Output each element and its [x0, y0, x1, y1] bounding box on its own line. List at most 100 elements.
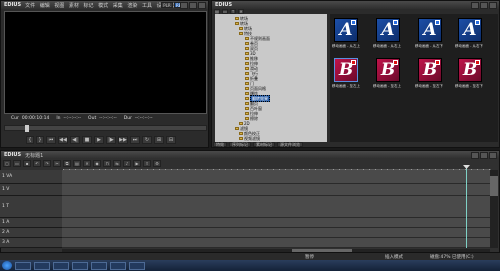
folder-icon	[245, 42, 249, 45]
menu-marker[interactable]: 标记	[84, 3, 94, 9]
step-forward-button[interactable]: |▶	[106, 136, 116, 144]
track-area: 1 VA 1 V 1 T 1 A 2 A 3 A	[0, 165, 500, 258]
track-header[interactable]: 1 VA	[0, 170, 62, 184]
tree-item[interactable]: 视频滤镜	[239, 136, 260, 141]
taskbar-app-icon[interactable]	[72, 261, 88, 270]
close-button[interactable]	[198, 2, 206, 9]
save-icon[interactable]: ▪	[23, 160, 31, 167]
undo-icon[interactable]: ↶	[33, 160, 41, 167]
timeline-vertical-scrollbar[interactable]	[490, 170, 498, 248]
minimize-button[interactable]	[471, 2, 479, 9]
track-header[interactable]: 1 T	[0, 196, 62, 218]
minimize-button[interactable]	[180, 2, 188, 9]
folder-icon	[245, 72, 249, 75]
player-titlebar: EDIUS 文件 编辑 视图 素材 标记 模式 采集 渲染 工具 设置 帮助 P…	[1, 1, 208, 9]
effect-label: 移动画面 - 从左下	[415, 44, 443, 48]
effect-thumbnail[interactable]: B	[334, 58, 358, 82]
play-button[interactable]: ▶	[94, 136, 104, 144]
tab-source-browser[interactable]: 源文件浏览	[277, 142, 303, 147]
open-icon[interactable]: ▭	[13, 160, 21, 167]
effect-thumbnail[interactable]: A	[376, 18, 400, 42]
audio-icon[interactable]: ♪	[123, 160, 131, 167]
plr-mode-button[interactable]: PLR	[161, 2, 173, 8]
track-lane[interactable]	[62, 228, 490, 238]
overwrite-button[interactable]: ⊟	[166, 136, 176, 144]
maximize-button[interactable]	[189, 2, 197, 9]
effects-window-controls	[471, 2, 497, 9]
taskbar-app-icon[interactable]	[15, 261, 31, 270]
taskbar-app-icon[interactable]	[91, 261, 107, 270]
paste-icon[interactable]: ▤	[73, 160, 81, 167]
effects-bottom-tabs: 特效 序列标记 素材标记 源文件浏览	[213, 142, 498, 147]
effect-thumbnail[interactable]: B	[418, 58, 442, 82]
track-header[interactable]: 1 V	[0, 184, 62, 196]
taskbar-app-icon[interactable]	[129, 261, 145, 270]
go-end-button[interactable]: ⏭	[130, 136, 140, 144]
timeline-playhead[interactable]	[466, 167, 467, 248]
track-lane[interactable]	[62, 218, 490, 228]
track-lane[interactable]	[62, 184, 490, 196]
set-in-button[interactable]: {	[26, 136, 34, 144]
copy-icon[interactable]: ⧉	[63, 160, 71, 167]
go-start-button[interactable]: ⏮	[46, 136, 56, 144]
menu-clip[interactable]: 素材	[69, 3, 79, 9]
effect-badge-icon	[393, 60, 398, 65]
close-button[interactable]	[489, 2, 497, 9]
fast-forward-button[interactable]: ▶▶	[118, 136, 128, 144]
menu-mode[interactable]: 模式	[98, 3, 108, 9]
maximize-button[interactable]	[480, 152, 488, 159]
start-button[interactable]	[2, 261, 12, 270]
track-header[interactable]: 1 A	[0, 218, 62, 228]
menu-tools[interactable]: 工具	[142, 3, 152, 9]
menu-edit[interactable]: 编辑	[40, 3, 50, 9]
insert-button[interactable]: ⊞	[154, 136, 164, 144]
render-icon[interactable]: ▶	[133, 160, 141, 167]
track-header[interactable]: 2 A	[0, 228, 62, 238]
stop-button[interactable]: ■	[82, 136, 92, 144]
player-scrubber[interactable]	[4, 125, 207, 132]
tab-sequence-markers[interactable]: 序列标记	[229, 142, 251, 147]
folder-icon	[235, 127, 239, 130]
effect-thumbnail[interactable]: A	[458, 18, 482, 42]
folder-icon	[245, 117, 249, 120]
close-button[interactable]	[489, 152, 497, 159]
taskbar-app-icon[interactable]	[110, 261, 126, 270]
effect-thumbnail[interactable]: A	[334, 18, 358, 42]
effect-thumbnail[interactable]: B	[376, 58, 400, 82]
track-lane[interactable]	[62, 196, 490, 218]
cur-label: Cur	[11, 116, 19, 121]
scrollbar-thumb[interactable]	[490, 176, 498, 196]
track-header[interactable]: 3 A	[0, 238, 62, 248]
new-sequence-icon[interactable]: ▢	[3, 160, 11, 167]
minimize-button[interactable]	[471, 152, 479, 159]
menu-file[interactable]: 文件	[25, 3, 35, 9]
rewind-button[interactable]: ◀◀	[58, 136, 68, 144]
snap-icon[interactable]: ⊓	[103, 160, 111, 167]
taskbar-app-icon[interactable]	[34, 261, 50, 270]
scrubber-handle[interactable]	[25, 125, 29, 132]
timeline-toolbar: ▢ ▭ ▪ ↶ ↷ ✂ ⧉ ▤ ✕ ◆ ⊓ ⇆ ♪ ▶ ⇪ ⚙	[3, 160, 493, 167]
step-back-button[interactable]: ◀|	[70, 136, 80, 144]
track-lane[interactable]	[62, 238, 490, 248]
cut-icon[interactable]: ✂	[53, 160, 61, 167]
settings-icon[interactable]: ⚙	[153, 160, 161, 167]
effect-thumbnail[interactable]: A	[418, 18, 442, 42]
video-preview[interactable]	[4, 11, 207, 114]
set-out-button[interactable]: }	[36, 136, 44, 144]
effect-thumbnail[interactable]: B	[458, 58, 482, 82]
delete-icon[interactable]: ✕	[83, 160, 91, 167]
effect-label: 移动画面 - 至左上	[332, 84, 360, 88]
export-icon[interactable]: ⇪	[143, 160, 151, 167]
menu-render[interactable]: 渲染	[127, 3, 137, 9]
track-lane[interactable]	[62, 170, 490, 184]
marker-icon[interactable]: ◆	[93, 160, 101, 167]
loop-button[interactable]: ↻	[142, 136, 152, 144]
taskbar-app-icon[interactable]	[53, 261, 69, 270]
tab-effects[interactable]: 特效	[213, 142, 227, 147]
menu-capture[interactable]: 采集	[113, 3, 123, 9]
redo-icon[interactable]: ↷	[43, 160, 51, 167]
maximize-button[interactable]	[480, 2, 488, 9]
tab-clip-markers[interactable]: 素材标记	[253, 142, 275, 147]
ripple-icon[interactable]: ⇆	[113, 160, 121, 167]
menu-view[interactable]: 视图	[54, 3, 64, 9]
